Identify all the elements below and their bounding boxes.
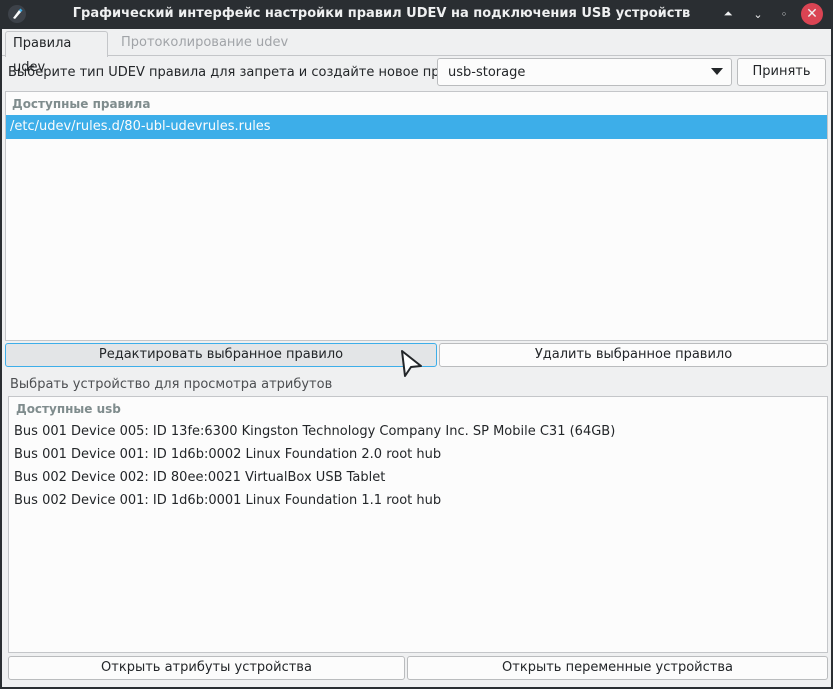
app-window: Графический интерфейс настройки правил U…: [0, 0, 833, 689]
rule-type-select[interactable]: usb-storage: [437, 58, 732, 86]
delete-rule-button[interactable]: Удалить выбранное правило: [439, 343, 828, 367]
device-list-item[interactable]: Bus 002 Device 001: ID 1d6b:0001 Linux F…: [14, 491, 441, 511]
close-button[interactable]: ✕: [801, 3, 823, 25]
edit-rule-button[interactable]: Редактировать выбранное правило: [5, 343, 437, 367]
open-device-variables-button[interactable]: Открыть переменные устройства: [407, 656, 828, 680]
tab-udev-rules[interactable]: Правила udev: [5, 31, 108, 75]
device-list-item[interactable]: Bus 002 Device 002: ID 80ee:0021 Virtual…: [14, 468, 385, 488]
device-section-label: Выбрать устройство для просмотра атрибут…: [10, 377, 333, 392]
chevron-down-icon: [711, 68, 723, 75]
mouse-cursor-icon: [401, 350, 422, 377]
title-bar[interactable]: Графический интерфейс настройки правил U…: [0, 0, 833, 29]
rule-type-selected-value: usb-storage: [448, 65, 526, 80]
maximize-button[interactable]: ◦: [774, 4, 794, 24]
main-content: Правила udev Протоколирование udev Выбер…: [2, 29, 831, 687]
tab-bar: Правила udev Протоколирование udev: [2, 29, 831, 75]
app-icon[interactable]: [8, 5, 26, 23]
devices-list-header: Доступные usb: [16, 402, 121, 416]
rule-list-item[interactable]: /etc/udev/rules.d/80-ubl-udevrules.rules: [6, 115, 827, 139]
device-list-item[interactable]: Bus 001 Device 005: ID 13fe:6300 Kingsto…: [14, 422, 615, 442]
rules-list[interactable]: Доступные правила /etc/udev/rules.d/80-u…: [5, 91, 828, 341]
window-title: Графический интерфейс настройки правил U…: [72, 6, 691, 21]
rule-type-label: Выберите тип UDEV правила для запрета и …: [8, 65, 480, 80]
accept-button[interactable]: Принять: [737, 58, 826, 86]
minimize-button[interactable]: ⌄: [748, 4, 768, 24]
keep-above-button[interactable]: ⏶: [718, 4, 738, 24]
device-list-item[interactable]: Bus 001 Device 001: ID 1d6b:0002 Linux F…: [14, 445, 441, 465]
open-device-attributes-button[interactable]: Открыть атрибуты устройства: [8, 656, 405, 680]
rules-list-header: Доступные правила: [12, 97, 151, 111]
devices-list[interactable]: Доступные usb Bus 001 Device 005: ID 13f…: [8, 396, 828, 653]
tab-udev-logging[interactable]: Протоколирование udev: [114, 31, 295, 57]
